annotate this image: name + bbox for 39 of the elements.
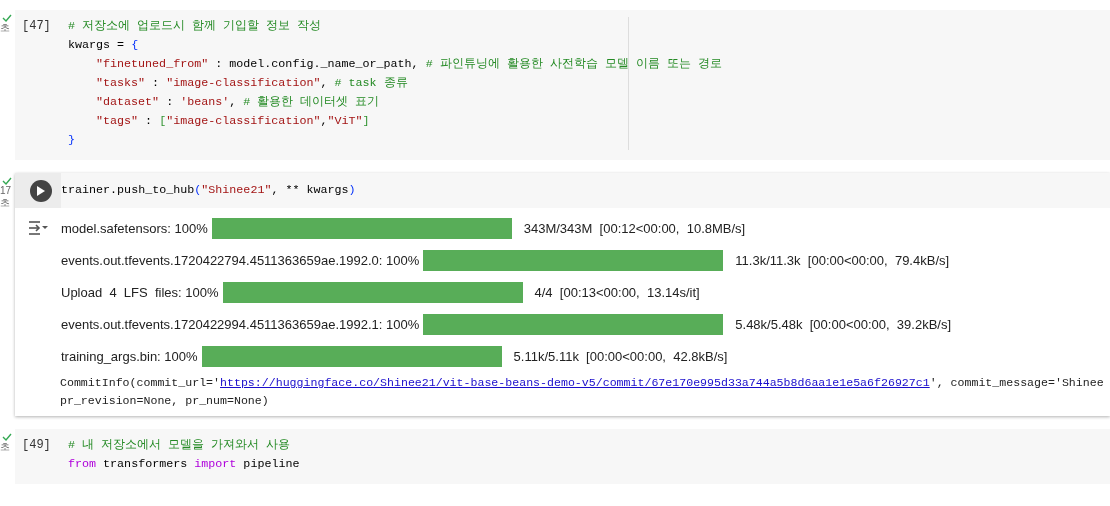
code-line: "tasks" : "image-classification", # task 종류 [96,75,409,92]
progress-info: 4/4 [00:13<00:00, 13.14s/it] [534,284,700,300]
execution-count: [47] [22,18,51,35]
progress-info: 343M/343M [00:12<00:00, 10.8MB/s] [523,220,746,236]
run-time: 17 [0,185,12,197]
code-line: "tags" : ["image-classification","ViT"] [96,113,371,130]
run-time: 초 [0,22,10,34]
run-button[interactable] [30,179,52,202]
progress-label: events.out.tfevents.1720422994.4511363659ae.1992.1: 100% [61,316,420,332]
check-icon [2,433,12,441]
progress-info: 11.3k/11.3k [00:00<00:00, 79.4kB/s] [735,252,950,268]
play-icon [37,185,45,196]
code-line: # 내 저장소에서 모델을 가져와서 사용 [68,437,292,454]
code-line: "finetuned_from" : model.config._name_or_path, # 파인튜닝에 활용한 사전학습 모델 이름 또는 경로 [96,56,723,73]
check-icon [2,14,12,22]
progress-label: Upload 4 LFS files: 100% [61,284,219,300]
code-editor[interactable]: trainer.push_to_hub("Shinee21", ** kwargs) [61,173,1110,208]
progress-info: 5.11k/5.11k [00:00<00:00, 42.8kB/s] [513,348,728,364]
code-line: trainer.push_to_hub("Shinee21", ** kwargs) [61,182,357,199]
commit-link[interactable]: https://huggingface.co/Shinee21/vit-base-beans-demo-v5/commit/67e170e995d33a744a5b8d6aa1e1e5a6f26927c1 [220,376,930,389]
progress-info: 5.48k/5.48k [00:00<00:00, 39.2kB/s] [735,316,952,332]
code-line: kwargs = { [68,37,140,54]
progress-label: training_args.bin: 100% [61,348,198,364]
code-cell[interactable] [15,173,1110,416]
code-editor[interactable]: # 내 저장소에서 모델을 가져와서 사용 from transformers import pipeline [68,436,1110,474]
code-cell[interactable]: [49] # 내 저장소에서 모델을 가져와서 사용 from transformers import pipeline [15,429,1110,484]
run-time: 초 [0,441,10,453]
code-line: } [68,132,76,149]
progress-label: events.out.tfevents.1720422794.4511363659ae.1992.0: 100% [61,252,420,268]
run-time: 초 [0,197,10,209]
output-text: CommitInfo(commit_url='https://huggingface.co/Shinee21/vit-base-beans-demo-v5/commit/67e170e995d33a744a5b8d6aa1e1e5a6f26927c1', commit_message='Shinee pr_revision=None, pr_num=None) [60,375,1105,409]
progress-label: model.safetensors: 100% [61,220,208,236]
code-line: "dataset" : 'beans', # 활용한 데이터셋 표기 [96,94,381,111]
execution-count: [49] [22,437,51,454]
code-line: from transformers import pipeline [68,456,301,473]
check-icon [2,177,12,185]
code-line: # 저장소에 업로드시 함께 기입할 정보 작성 [68,18,323,35]
output-toggle-icon[interactable] [28,220,48,236]
code-cell[interactable] [15,10,1110,160]
